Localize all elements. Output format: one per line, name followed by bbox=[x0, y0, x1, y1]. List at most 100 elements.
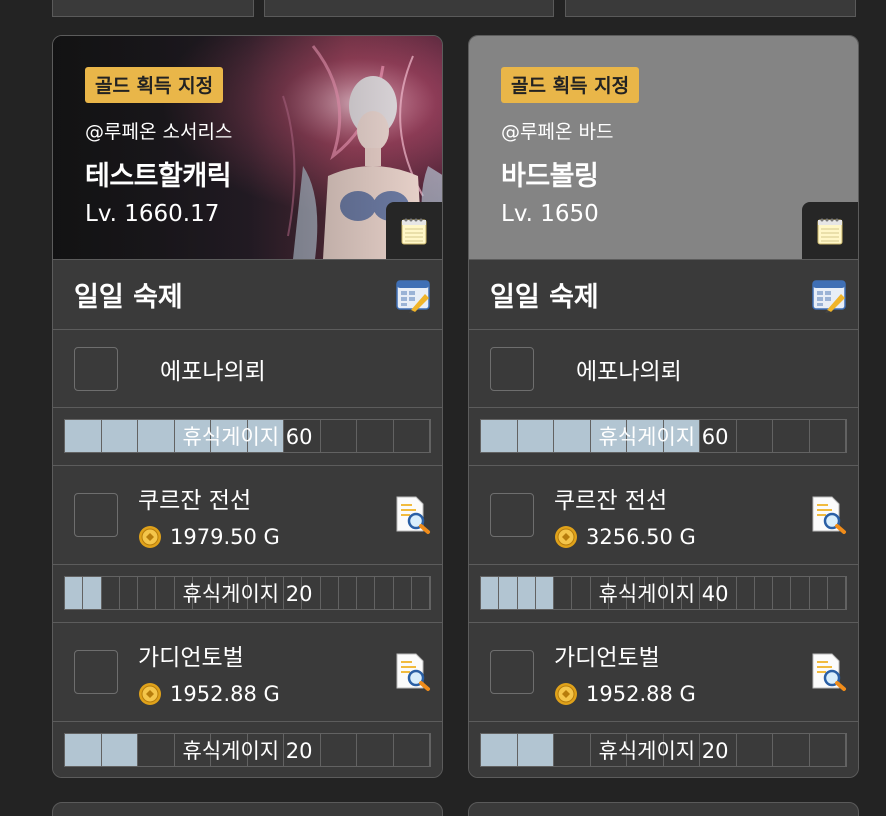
gauge-segment bbox=[664, 577, 682, 609]
gauge-segment bbox=[481, 577, 500, 609]
gauge-segment bbox=[481, 734, 518, 766]
task-checkbox[interactable] bbox=[490, 650, 534, 694]
rest-gauge[interactable]: 휴식게이지 40 bbox=[480, 576, 847, 610]
gauge-segment bbox=[394, 734, 430, 766]
gauge-segment bbox=[627, 734, 664, 766]
gold-designation-badge[interactable]: 골드 획득 지정 bbox=[501, 67, 640, 103]
gauge-segment bbox=[394, 420, 430, 452]
rest-gauge[interactable]: 휴식게이지 60 bbox=[64, 419, 431, 453]
gauge-segment bbox=[791, 577, 810, 609]
card-stub-bottom-2[interactable] bbox=[468, 802, 859, 816]
task-checkbox[interactable] bbox=[74, 493, 118, 537]
gauge-segment bbox=[394, 577, 412, 609]
card-stub-top-1[interactable] bbox=[52, 0, 254, 17]
character-hero[interactable]: 골드 획득 지정 @루페온 소서리스 테스트할캐릭 Lv. 1660.17 bbox=[53, 36, 442, 259]
gold-coin-icon bbox=[139, 526, 161, 548]
gauge-segment bbox=[211, 420, 248, 452]
character-card: 골드 획득 지정 @루페온 소서리스 테스트할캐릭 Lv. 1660.17 일일… bbox=[52, 35, 443, 778]
schedule-edit-icon[interactable] bbox=[395, 277, 431, 313]
gauge-segment bbox=[266, 577, 284, 609]
gauge-segment bbox=[773, 734, 810, 766]
task-info: 가디언토벌 1952.88 G bbox=[554, 638, 696, 706]
gauge-segment bbox=[773, 577, 792, 609]
character-level: Lv. 1660.17 bbox=[85, 201, 220, 227]
gauge-segment bbox=[591, 734, 627, 766]
gauge-segment bbox=[321, 420, 357, 452]
gauge-segment bbox=[65, 734, 102, 766]
gold-designation-badge[interactable]: 골드 획득 지정 bbox=[85, 67, 224, 103]
task-name: 가디언토벌 bbox=[138, 645, 244, 671]
gauge-segment bbox=[375, 577, 394, 609]
gauge-segment bbox=[193, 577, 211, 609]
gauge-segment bbox=[65, 577, 84, 609]
gauge-segment bbox=[627, 420, 664, 452]
document-search-icon[interactable] bbox=[392, 495, 432, 535]
character-name: 바드볼링 bbox=[501, 161, 599, 192]
gauge-segment bbox=[810, 577, 828, 609]
gauge-segment bbox=[247, 420, 284, 452]
rest-gauge-row: 휴식게이지 20 bbox=[53, 564, 442, 622]
task-row: 에포나의뢰 bbox=[469, 329, 858, 407]
gauge-segment bbox=[357, 734, 394, 766]
gauge-segment bbox=[102, 577, 120, 609]
server-class-label: @루페온 바드 bbox=[501, 121, 614, 143]
memo-button[interactable] bbox=[386, 202, 442, 259]
gauge-segment bbox=[284, 577, 303, 609]
gauge-segment bbox=[737, 734, 773, 766]
character-hero[interactable]: 골드 획득 지정 @루페온 바드 바드볼링 Lv. 1650 bbox=[469, 36, 858, 259]
gauge-segment bbox=[101, 734, 138, 766]
document-search-icon[interactable] bbox=[808, 495, 848, 535]
gauge-segment bbox=[211, 577, 230, 609]
gauge-segment bbox=[517, 734, 554, 766]
document-search-icon[interactable] bbox=[392, 652, 432, 692]
gold-coin-icon bbox=[139, 683, 161, 705]
rest-gauge[interactable]: 휴식게이지 20 bbox=[64, 576, 431, 610]
task-checkbox[interactable] bbox=[74, 346, 118, 391]
task-checkbox[interactable] bbox=[490, 493, 534, 537]
task-checkbox[interactable] bbox=[490, 346, 534, 391]
task-info: 쿠르잔 전선 3256.50 G bbox=[554, 481, 696, 549]
gauge-segment bbox=[357, 577, 376, 609]
gold-amount: 3256.50 G bbox=[586, 525, 696, 549]
card-stub-bottom-1[interactable] bbox=[52, 802, 443, 816]
section-title: 일일 숙제 bbox=[490, 282, 599, 313]
memo-button[interactable] bbox=[802, 202, 858, 259]
gauge-segment bbox=[175, 577, 193, 609]
gauge-segment bbox=[284, 420, 321, 452]
gauge-segment bbox=[101, 420, 138, 452]
task-name: 가디언토벌 bbox=[554, 645, 660, 671]
task-checkbox[interactable] bbox=[74, 650, 118, 694]
server-class-label: @루페온 소서리스 bbox=[85, 121, 233, 143]
gauge-segment bbox=[138, 734, 175, 766]
task-info: 에포나의뢰 bbox=[576, 352, 682, 386]
rest-gauge[interactable]: 휴식게이지 20 bbox=[64, 733, 431, 767]
notepad-icon bbox=[817, 218, 843, 244]
character-name: 테스트할캐릭 bbox=[85, 161, 232, 192]
character-card: 골드 획득 지정 @루페온 바드 바드볼링 Lv. 1650 일일 숙제 에포나… bbox=[468, 35, 859, 778]
task-name: 에포나의뢰 bbox=[576, 358, 682, 385]
notepad-icon bbox=[401, 218, 427, 244]
stage: 골드 획득 지정 @루페온 소서리스 테스트할캐릭 Lv. 1660.17 일일… bbox=[0, 0, 886, 816]
gauge-segment bbox=[810, 420, 846, 452]
card-stub-top-3[interactable] bbox=[565, 0, 856, 17]
gauge-segment bbox=[682, 577, 700, 609]
gauge-segment bbox=[554, 577, 573, 609]
gauge-segment bbox=[590, 420, 627, 452]
document-search-icon[interactable] bbox=[808, 652, 848, 692]
task-row: 가디언토벌 1952.88 G bbox=[53, 622, 442, 721]
gauge-segment bbox=[554, 420, 591, 452]
gauge-segment bbox=[302, 577, 321, 609]
task-row: 쿠르잔 전선 3256.50 G bbox=[469, 465, 858, 564]
task-name: 에포나의뢰 bbox=[160, 358, 266, 385]
rest-gauge-row: 휴식게이지 60 bbox=[53, 407, 442, 465]
schedule-edit-icon[interactable] bbox=[811, 277, 847, 313]
gauge-segment bbox=[321, 577, 339, 609]
rest-gauge[interactable]: 휴식게이지 60 bbox=[480, 419, 847, 453]
gauge-segment bbox=[138, 577, 157, 609]
gauge-segment bbox=[663, 420, 700, 452]
task-info: 에포나의뢰 bbox=[160, 352, 266, 386]
gauge-segment bbox=[499, 577, 518, 609]
gauge-segment bbox=[248, 577, 266, 609]
card-stub-top-2[interactable] bbox=[264, 0, 554, 17]
rest-gauge[interactable]: 휴식게이지 20 bbox=[480, 733, 847, 767]
